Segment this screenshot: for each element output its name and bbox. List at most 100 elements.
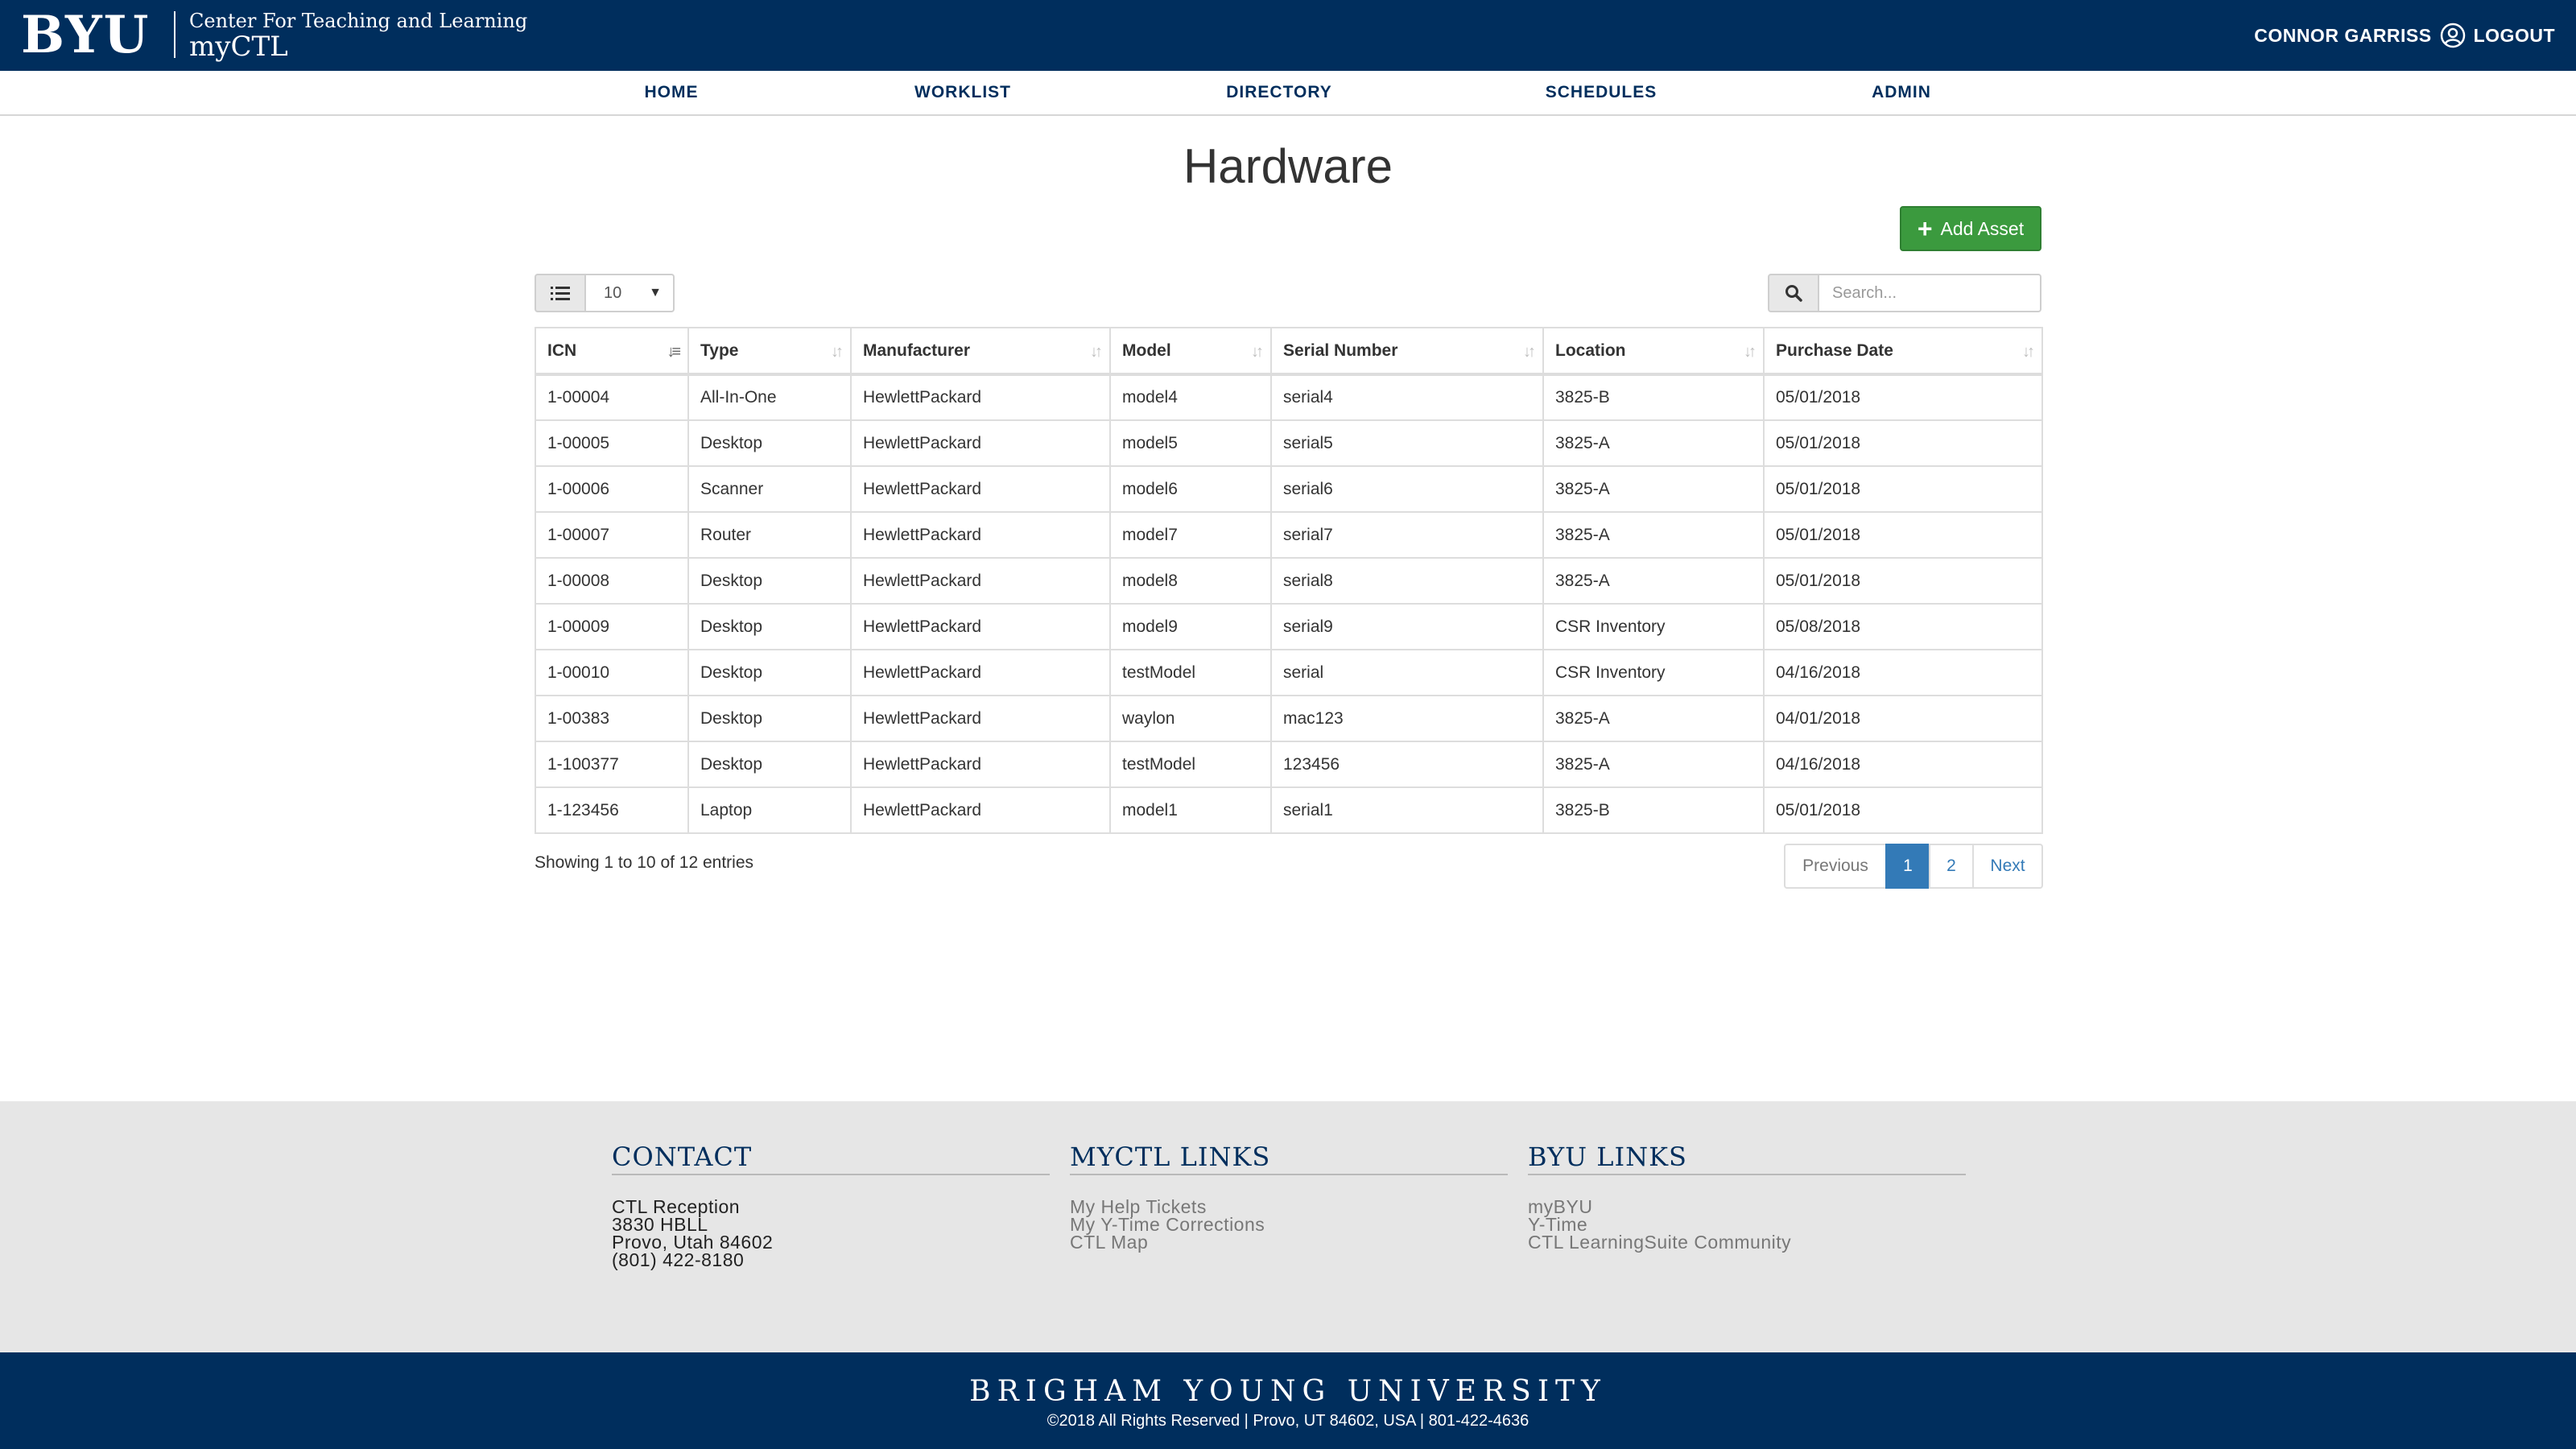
cell-purchase-date: 04/16/2018 bbox=[1763, 741, 2043, 788]
nav-home[interactable]: HOME bbox=[645, 71, 699, 114]
table-row[interactable]: 1-00006 Scanner HewlettPackard model6 serial… bbox=[535, 465, 2043, 513]
search-input[interactable] bbox=[1819, 274, 2041, 312]
contact-line: 3830 HBLL bbox=[612, 1214, 708, 1235]
column-header-model[interactable]: Model ↓↑ bbox=[1109, 327, 1272, 376]
cell-serial-number: serial7 bbox=[1270, 511, 1544, 559]
cell-serial-number: serial bbox=[1270, 649, 1544, 696]
cell-location: 3825-A bbox=[1542, 511, 1765, 559]
cell-location: 3825-B bbox=[1542, 374, 1765, 421]
cell-icn: 1-00010 bbox=[535, 649, 689, 696]
footer-link[interactable]: My Help Tickets bbox=[1070, 1198, 1508, 1216]
table-row[interactable]: 1-00010 Desktop HewlettPackard testModel ser… bbox=[535, 649, 2043, 696]
sort-icon: ↓↑ bbox=[2022, 343, 2035, 361]
cell-serial-number: serial8 bbox=[1270, 557, 1544, 605]
page-length-select[interactable]: 10 ▼ bbox=[586, 274, 675, 312]
sort-icon: ↓↑ bbox=[1251, 343, 1264, 361]
cell-manufacturer: HewlettPackard bbox=[850, 511, 1111, 559]
table-row[interactable]: 1-123456 Laptop HewlettPackard model1 serial… bbox=[535, 786, 2043, 834]
cell-purchase-date: 05/01/2018 bbox=[1763, 374, 2043, 421]
sort-icon: ↓↑ bbox=[1523, 343, 1536, 361]
top-header: BYU Center For Teaching and Learning myC… bbox=[0, 0, 2576, 71]
cell-location: 3825-A bbox=[1542, 695, 1765, 742]
byu-logo[interactable]: BYU bbox=[21, 8, 150, 63]
table-row[interactable]: 1-00007 Router HewlettPackard model7 serial7… bbox=[535, 511, 2043, 559]
contact-line: (801) 422-8180 bbox=[612, 1249, 745, 1270]
cell-icn: 1-00383 bbox=[535, 695, 689, 742]
table-row[interactable]: 1-00008 Desktop HewlettPackard model8 serial… bbox=[535, 557, 2043, 605]
cell-serial-number: serial6 bbox=[1270, 465, 1544, 513]
nav-worklist[interactable]: WORKLIST bbox=[914, 71, 1011, 114]
table-row[interactable]: 1-100377 Desktop HewlettPackard testModel 12… bbox=[535, 741, 2043, 788]
footer: CONTACT CTL Reception 3830 HBLL Provo, U… bbox=[0, 1101, 2576, 1352]
page-button-1[interactable]: 1 bbox=[1885, 844, 1930, 889]
cell-manufacturer: HewlettPackard bbox=[850, 649, 1111, 696]
cell-type: Desktop bbox=[687, 741, 852, 788]
add-asset-button[interactable]: + Add Asset bbox=[1900, 206, 2041, 251]
column-header-purchase-date[interactable]: Purchase Date ↓↑ bbox=[1763, 327, 2043, 376]
cell-purchase-date: 05/01/2018 bbox=[1763, 465, 2043, 513]
table-info: Showing 1 to 10 of 12 entries bbox=[535, 853, 754, 872]
cell-type: Router bbox=[687, 511, 852, 559]
column-header-icn[interactable]: ICN ↓≡ bbox=[535, 327, 689, 376]
footer-contact: CONTACT CTL Reception 3830 HBLL Provo, U… bbox=[612, 1141, 1050, 1269]
cell-model: model4 bbox=[1109, 374, 1272, 421]
footer-link[interactable]: My Y-Time Corrections bbox=[1070, 1216, 1508, 1234]
column-header-location[interactable]: Location ↓↑ bbox=[1542, 327, 1765, 376]
cell-type: Desktop bbox=[687, 603, 852, 650]
university-footer: BRIGHAM YOUNG UNIVERSITY ©2018 All Right… bbox=[0, 1352, 2576, 1449]
cell-manufacturer: HewlettPackard bbox=[850, 557, 1111, 605]
nav-directory[interactable]: DIRECTORY bbox=[1226, 71, 1332, 114]
cell-serial-number: 123456 bbox=[1270, 741, 1544, 788]
column-header-type[interactable]: Type ↓↑ bbox=[687, 327, 852, 376]
footer-link[interactable]: myBYU bbox=[1528, 1198, 1966, 1216]
cell-model: waylon bbox=[1109, 695, 1272, 742]
cell-manufacturer: HewlettPackard bbox=[850, 786, 1111, 834]
cell-icn: 1-00009 bbox=[535, 603, 689, 650]
cell-serial-number: serial9 bbox=[1270, 603, 1544, 650]
nav-schedules[interactable]: SCHEDULES bbox=[1546, 71, 1657, 114]
cell-serial-number: serial1 bbox=[1270, 786, 1544, 834]
cell-location: 3825-A bbox=[1542, 465, 1765, 513]
column-header-serial-number[interactable]: Serial Number ↓↑ bbox=[1270, 327, 1544, 376]
column-header-manufacturer[interactable]: Manufacturer ↓↑ bbox=[850, 327, 1111, 376]
table-row[interactable]: 1-00004 All-In-One HewlettPackard model4 ser… bbox=[535, 374, 2043, 421]
page-button-2[interactable]: 2 bbox=[1929, 844, 1974, 889]
cell-type: All-In-One bbox=[687, 374, 852, 421]
footer-link[interactable]: CTL Map bbox=[1070, 1233, 1508, 1252]
cell-model: testModel bbox=[1109, 649, 1272, 696]
plus-icon: + bbox=[1917, 214, 1933, 243]
copyright: ©2018 All Rights Reserved | Provo, UT 84… bbox=[1046, 1412, 1530, 1430]
footer-link[interactable]: CTL LearningSuite Community bbox=[1528, 1233, 1966, 1252]
contact-line: Provo, Utah 84602 bbox=[612, 1232, 774, 1253]
sort-icon: ↓↑ bbox=[831, 343, 844, 361]
table-row[interactable]: 1-00005 Desktop HewlettPackard model5 serial… bbox=[535, 419, 2043, 467]
nav-admin[interactable]: ADMIN bbox=[1872, 71, 1931, 114]
cell-location: 3825-A bbox=[1542, 419, 1765, 467]
cell-purchase-date: 05/01/2018 bbox=[1763, 557, 2043, 605]
user-account-icon[interactable] bbox=[2440, 23, 2466, 48]
next-page-button[interactable]: Next bbox=[1972, 844, 2043, 889]
sort-icon: ↓↑ bbox=[1744, 343, 1757, 361]
cell-location: CSR Inventory bbox=[1542, 649, 1765, 696]
footer-contact-heading: CONTACT bbox=[612, 1141, 1050, 1175]
cell-purchase-date: 04/01/2018 bbox=[1763, 695, 2043, 742]
university-name[interactable]: BRIGHAM YOUNG UNIVERSITY bbox=[0, 1375, 2576, 1408]
previous-page-button[interactable]: Previous bbox=[1784, 844, 1887, 889]
cell-model: model5 bbox=[1109, 419, 1272, 467]
contact-line: CTL Reception bbox=[612, 1196, 741, 1217]
table-row[interactable]: 1-00009 Desktop HewlettPackard model9 serial… bbox=[535, 603, 2043, 650]
site-name[interactable]: myCTL bbox=[189, 32, 288, 61]
table-row[interactable]: 1-00383 Desktop HewlettPackard waylon mac123… bbox=[535, 695, 2043, 742]
footer-byu-heading: BYU LINKS bbox=[1528, 1141, 1966, 1175]
cell-purchase-date: 05/01/2018 bbox=[1763, 786, 2043, 834]
cell-type: Desktop bbox=[687, 649, 852, 696]
sort-icon: ↓↑ bbox=[1090, 343, 1103, 361]
cell-type: Desktop bbox=[687, 419, 852, 467]
cell-icn: 1-123456 bbox=[535, 786, 689, 834]
user-name[interactable]: CONNOR GARRISS bbox=[2254, 25, 2431, 47]
page-length-control: 10 ▼ bbox=[535, 274, 675, 312]
cell-model: model8 bbox=[1109, 557, 1272, 605]
search-icon[interactable] bbox=[1768, 274, 1819, 312]
footer-link[interactable]: Y-Time bbox=[1528, 1216, 1966, 1234]
logout-link[interactable]: LOGOUT bbox=[2474, 25, 2555, 47]
